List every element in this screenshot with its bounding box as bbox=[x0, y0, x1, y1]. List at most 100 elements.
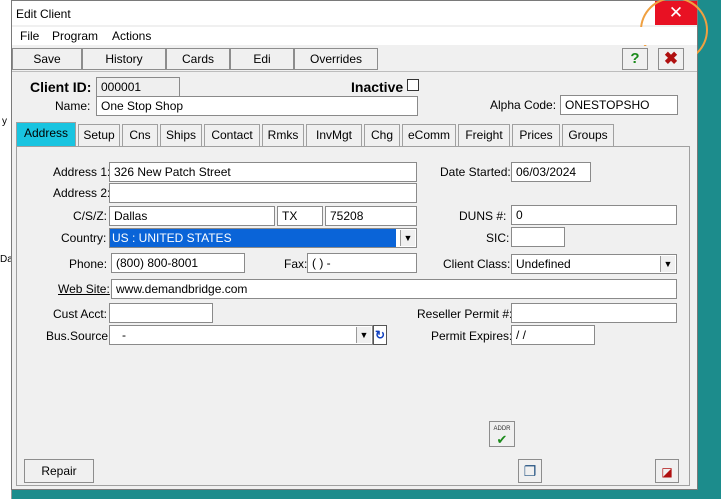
overrides-button[interactable]: Overrides bbox=[294, 48, 378, 70]
tab-label: eComm bbox=[407, 128, 450, 142]
exit-door-icon: ◪ bbox=[661, 465, 673, 479]
country-label: Country: bbox=[61, 231, 107, 245]
client-id-label: Client ID: bbox=[30, 79, 92, 95]
help-button[interactable]: ? bbox=[622, 48, 648, 70]
tab-label: Rmks bbox=[267, 128, 299, 142]
tab-label: Contact bbox=[211, 128, 253, 142]
fax-field[interactable]: ( ) - bbox=[307, 253, 417, 273]
zip-field[interactable]: 75208 bbox=[325, 206, 417, 226]
tab-label: Prices bbox=[519, 128, 553, 142]
bus-source-label: Bus.Source: bbox=[46, 329, 112, 343]
website-field[interactable]: www.demandbridge.com bbox=[111, 279, 677, 299]
copy-icon: ❐ bbox=[523, 463, 537, 479]
duns-field[interactable]: 0 bbox=[511, 205, 677, 225]
tab-label: Ships bbox=[165, 128, 197, 142]
repair-button-label: Repair bbox=[41, 464, 77, 478]
help-icon: ? bbox=[630, 50, 640, 67]
tab-address[interactable]: Address bbox=[16, 122, 76, 146]
address2-label: Address 2: bbox=[53, 186, 111, 200]
history-button[interactable]: History bbox=[82, 48, 166, 70]
tab-label: Freight bbox=[465, 128, 503, 142]
tab-label: Setup bbox=[83, 128, 115, 142]
reseller-permit-field[interactable] bbox=[511, 303, 677, 323]
tab-label: Cns bbox=[129, 128, 151, 142]
tab-groups[interactable]: Groups bbox=[562, 124, 614, 146]
chevron-down-icon[interactable]: ▼ bbox=[356, 327, 371, 343]
tab-label: Groups bbox=[568, 128, 608, 142]
duns-label: DUNS #: bbox=[459, 209, 507, 223]
city-field[interactable]: Dallas bbox=[109, 206, 275, 226]
client-class-label: Client Class: bbox=[443, 257, 511, 271]
edi-button[interactable]: Edi bbox=[230, 48, 294, 70]
client-class-select[interactable]: Undefined ▼ bbox=[511, 254, 677, 274]
address-panel: Address 1: 326 New Patch Street Address … bbox=[16, 146, 690, 486]
cards-button[interactable]: Cards bbox=[166, 48, 230, 70]
address1-field[interactable]: 326 New Patch Street bbox=[109, 162, 417, 182]
cards-button-label: Cards bbox=[181, 52, 214, 66]
red-x-icon: ✖ bbox=[663, 49, 679, 68]
tab-freight[interactable]: Freight bbox=[458, 124, 510, 146]
history-button-label: History bbox=[105, 52, 143, 66]
address2-field[interactable] bbox=[109, 183, 417, 203]
repair-button[interactable]: Repair bbox=[24, 459, 94, 483]
exit-panel-button[interactable]: ◪ bbox=[655, 459, 679, 483]
cust-acct-field[interactable] bbox=[109, 303, 213, 323]
address-check-icon: ADDR ✔ bbox=[490, 422, 514, 446]
cust-acct-label: Cust Acct: bbox=[53, 307, 108, 321]
edit-client-window: Edit Client ✕ File Program Actions Save … bbox=[11, 0, 708, 490]
background-text: y bbox=[2, 116, 7, 127]
inactive-checkbox[interactable] bbox=[407, 79, 419, 91]
tab-ships[interactable]: Ships bbox=[160, 124, 202, 146]
menu-actions[interactable]: Actions bbox=[112, 29, 151, 43]
tab-rmks[interactable]: Rmks bbox=[262, 124, 304, 146]
inactive-label: Inactive bbox=[351, 79, 404, 95]
client-id-field[interactable]: 000001 bbox=[96, 77, 180, 97]
state-field[interactable]: TX bbox=[277, 206, 323, 226]
phone-label: Phone: bbox=[69, 257, 108, 271]
tab-label: Chg bbox=[370, 128, 393, 142]
chevron-down-icon[interactable]: ▼ bbox=[660, 256, 675, 272]
chevron-down-icon[interactable]: ▼ bbox=[400, 230, 415, 246]
country-select[interactable]: US : UNITED STATES ▼ bbox=[109, 228, 417, 248]
toolbar: Save History Cards Edi Overrides ? ✖ bbox=[12, 46, 697, 72]
address1-label: Address 1: bbox=[53, 165, 111, 179]
name-field[interactable]: One Stop Shop bbox=[96, 96, 418, 116]
phone-field[interactable]: (800) 800-8001 bbox=[111, 253, 245, 273]
tab-label: InvMgt bbox=[315, 128, 352, 142]
edi-button-label: Edi bbox=[253, 52, 271, 66]
tab-cns[interactable]: Cns bbox=[122, 124, 158, 146]
bus-source-select[interactable]: - ▼ bbox=[109, 325, 373, 345]
csz-label: C/S/Z: bbox=[73, 209, 108, 223]
menu-bar: File Program Actions bbox=[12, 27, 697, 45]
window-title: Edit Client bbox=[16, 7, 71, 21]
tab-invmgt[interactable]: InvMgt bbox=[306, 124, 362, 146]
address-verify-button[interactable]: ADDR ✔ bbox=[489, 421, 515, 447]
tab-strip: Address Setup Cns Ships Contact Rmks Inv… bbox=[16, 122, 690, 146]
menu-file[interactable]: File bbox=[20, 29, 39, 43]
tab-contact[interactable]: Contact bbox=[204, 124, 260, 146]
close-icon: ✕ bbox=[668, 3, 684, 22]
country-selected-value: US : UNITED STATES bbox=[110, 229, 396, 247]
alpha-code-field[interactable]: ONESTOPSHO bbox=[560, 95, 678, 115]
name-label: Name: bbox=[55, 99, 91, 113]
refresh-arrow-icon[interactable]: ↻ bbox=[373, 325, 387, 345]
menu-program[interactable]: Program bbox=[52, 29, 98, 43]
bus-source-value: - bbox=[122, 328, 126, 342]
tab-prices[interactable]: Prices bbox=[512, 124, 560, 146]
sic-field[interactable] bbox=[511, 227, 565, 247]
date-started-field[interactable]: 06/03/2024 bbox=[511, 162, 591, 182]
tab-setup[interactable]: Setup bbox=[78, 124, 120, 146]
tab-chg[interactable]: Chg bbox=[364, 124, 400, 146]
website-label: Web Site: bbox=[58, 282, 110, 296]
tab-ecomm[interactable]: eComm bbox=[402, 124, 456, 146]
fax-label: Fax: bbox=[284, 257, 308, 271]
overrides-button-label: Overrides bbox=[309, 52, 362, 66]
save-button-label: Save bbox=[33, 52, 61, 66]
exit-button[interactable]: ✖ bbox=[658, 48, 684, 70]
close-window-button[interactable]: ✕ bbox=[655, 1, 697, 25]
permit-expires-field[interactable]: / / bbox=[511, 325, 595, 345]
save-button[interactable]: Save bbox=[12, 48, 82, 70]
title-bar: Edit Client ✕ bbox=[12, 1, 697, 25]
tab-label: Address bbox=[23, 126, 69, 140]
copy-button[interactable]: ❐ bbox=[518, 459, 542, 483]
